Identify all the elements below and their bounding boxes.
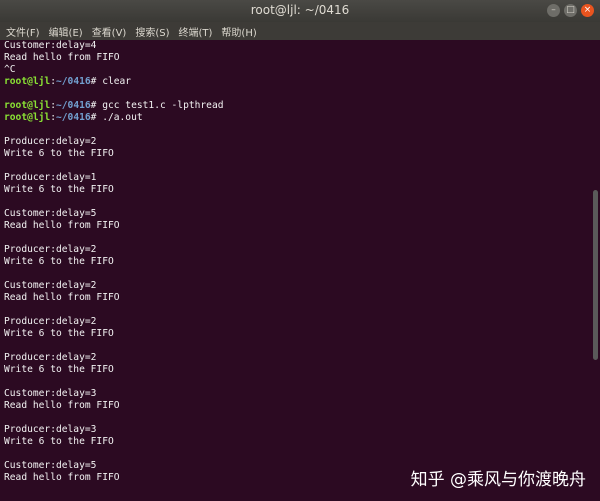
minimize-button[interactable]: –	[547, 4, 560, 17]
terminal-line: Producer:delay=2	[4, 316, 97, 327]
prompt-line: root@ljl:~/0416# clear	[4, 76, 590, 88]
terminal-line: Producer:delay=1	[4, 172, 97, 183]
terminal-line: ^C	[4, 64, 16, 75]
prompt-path: ~/0416	[56, 100, 91, 111]
terminal-line: Write 6 to the FIFO	[4, 256, 114, 267]
menu-help[interactable]: 帮助(H)	[221, 24, 256, 39]
terminal-line: Read hello from FIFO	[4, 400, 120, 411]
prompt-user: root@ljl	[4, 100, 51, 111]
scrollbar-track[interactable]	[590, 40, 600, 501]
prompt-command: # clear	[90, 76, 132, 87]
terminal-line: Read hello from FIFO	[4, 52, 120, 63]
terminal-line: Producer:delay=3	[4, 424, 97, 435]
prompt-line: root@ljl:~/0416# gcc test1.c -lpthread	[4, 100, 590, 112]
prompt-line: root@ljl:~/0416# ./a.out	[4, 112, 590, 124]
watermark-text: 知乎 @乘风与你渡晚舟	[410, 470, 586, 490]
prompt-path: ~/0416	[56, 76, 91, 87]
terminal-line: Write 6 to the FIFO	[4, 148, 114, 159]
terminal-line: Customer:delay=5	[4, 208, 97, 219]
window-title: root@ljl: ~/0416	[250, 3, 350, 17]
menu-file[interactable]: 文件(F)	[6, 24, 40, 39]
close-button[interactable]: ×	[581, 4, 594, 17]
prompt-command: # ./a.out	[90, 112, 143, 123]
scrollbar-thumb[interactable]	[593, 190, 598, 360]
menu-edit[interactable]: 编辑(E)	[49, 24, 83, 39]
terminal-line: Customer:delay=4	[4, 40, 97, 51]
menu-view[interactable]: 查看(V)	[92, 24, 127, 39]
terminal-line: Producer:delay=2	[4, 136, 97, 147]
terminal-line: Producer:delay=2	[4, 352, 97, 363]
terminal-line: Producer:delay=2	[4, 244, 97, 255]
prompt-command: # gcc test1.c -lpthread	[90, 100, 224, 111]
prompt-user: root@ljl	[4, 76, 51, 87]
menu-bar: 文件(F) 编辑(E) 查看(V) 搜索(S) 终端(T) 帮助(H)	[0, 22, 600, 40]
maximize-button[interactable]: □	[564, 4, 577, 17]
terminal-line: Read hello from FIFO	[4, 220, 120, 231]
terminal-output[interactable]: Customer:delay=4 Read hello from FIFO ^C ro…	[0, 40, 590, 501]
prompt-path: ~/0416	[56, 112, 91, 123]
window-controls: – □ ×	[547, 4, 594, 17]
terminal-line: Write 6 to the FIFO	[4, 328, 114, 339]
menu-search[interactable]: 搜索(S)	[135, 24, 169, 39]
terminal-line: Write 6 to the FIFO	[4, 364, 114, 375]
terminal-line: Customer:delay=3	[4, 388, 97, 399]
title-bar: root@ljl: ~/0416 – □ ×	[0, 0, 600, 22]
terminal-line: Read hello from FIFO	[4, 292, 120, 303]
menu-terminal[interactable]: 终端(T)	[179, 24, 213, 39]
terminal-line: Write 6 to the FIFO	[4, 184, 114, 195]
terminal-line: Write 6 to the FIFO	[4, 436, 114, 447]
prompt-user: root@ljl	[4, 112, 51, 123]
terminal-line: Customer:delay=2	[4, 280, 97, 291]
